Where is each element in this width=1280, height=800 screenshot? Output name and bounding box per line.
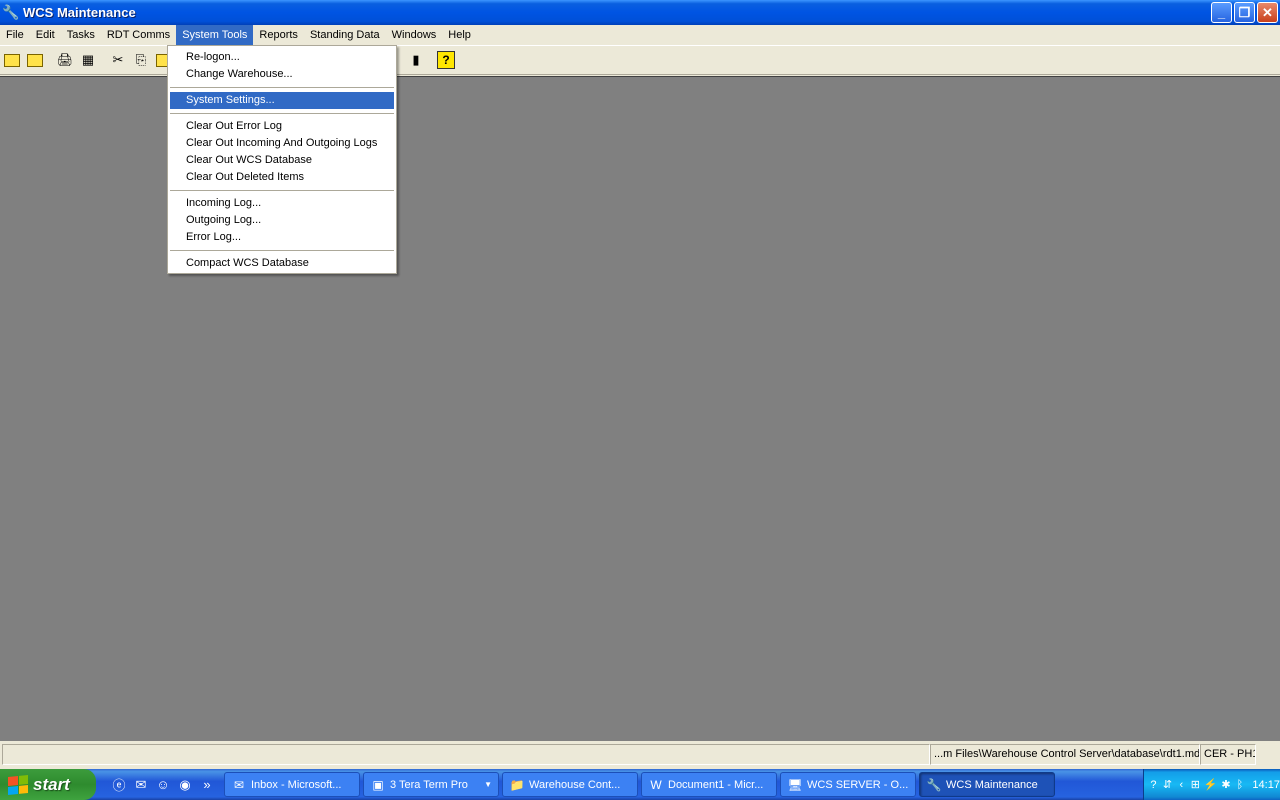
language-icon[interactable]: ⇵: [1162, 777, 1173, 793]
menu-item-clear-wcs-database[interactable]: Clear Out WCS Database: [170, 152, 394, 169]
close-button[interactable]: ✕: [1257, 2, 1278, 23]
calculator-icon[interactable]: ▦: [77, 49, 99, 71]
security-icon[interactable]: ✱: [1221, 777, 1232, 793]
status-panel-empty: [2, 744, 930, 765]
menu-separator: [170, 83, 394, 92]
taskbar-label: Document1 - Micr...: [668, 778, 764, 791]
menu-item-system-settings[interactable]: System Settings...: [170, 92, 394, 109]
folder-icon: 📁: [509, 777, 525, 792]
system-tray: ? ⇵ ‹ ⊞ ⚡ ✱ ᛒ 14:17: [1143, 769, 1280, 800]
help-icon[interactable]: ?: [435, 49, 457, 71]
taskbar-button-tera-term[interactable]: ▣ 3 Tera Term Pro ▼: [363, 772, 499, 797]
help-icon[interactable]: ?: [1148, 777, 1159, 793]
menu-item-outgoing-log[interactable]: Outgoing Log...: [170, 212, 394, 229]
taskbar: start ⓔ ✉ ☺ ◉ » ✉ Inbox - Microsoft... ▣…: [0, 769, 1280, 800]
menu-item-clear-error-log[interactable]: Clear Out Error Log: [170, 118, 394, 135]
menu-windows[interactable]: Windows: [386, 25, 443, 45]
word-icon: W: [650, 777, 662, 792]
title-bar: 🔧 WCS Maintenance _ ❐ ✕: [0, 0, 1280, 25]
system-tools-menu: Re-logon... Change Warehouse... System S…: [167, 45, 397, 274]
menu-system-tools[interactable]: System Tools: [176, 25, 254, 45]
messenger-icon[interactable]: ☺: [154, 776, 172, 794]
window-title: WCS Maintenance: [23, 5, 136, 20]
window-controls: _ ❐ ✕: [1211, 2, 1278, 23]
menu-bar: File Edit Tasks RDT Comms System Tools R…: [0, 25, 1280, 45]
taskbar-button-document1[interactable]: W Document1 - Micr...: [641, 772, 777, 797]
chevron-right-icon[interactable]: »: [198, 776, 216, 794]
menu-separator: [170, 186, 394, 195]
menu-separator: [170, 246, 394, 255]
internet-explorer-icon[interactable]: ⓔ: [110, 776, 128, 794]
terminal-icon: ▣: [372, 777, 384, 792]
windows-logo-icon: [8, 774, 28, 795]
menu-item-clear-deleted-items[interactable]: Clear Out Deleted Items: [170, 169, 394, 186]
menu-reports[interactable]: Reports: [253, 25, 304, 45]
media-icon[interactable]: ◉: [176, 776, 194, 794]
outlook-icon: ✉: [233, 777, 245, 792]
bluetooth-icon[interactable]: ᛒ: [1234, 777, 1245, 793]
status-bar: ...m Files\Warehouse Control Server\data…: [0, 742, 1280, 767]
menu-help[interactable]: Help: [442, 25, 477, 45]
taskbar-button-wcs-maintenance[interactable]: 🔧 WCS Maintenance: [919, 772, 1055, 797]
taskbar-label: Warehouse Cont...: [529, 778, 621, 791]
cut-icon[interactable]: ✂: [107, 49, 129, 71]
menu-file[interactable]: File: [0, 25, 30, 45]
copy-icon[interactable]: ⎘: [130, 49, 152, 71]
menu-item-change-warehouse[interactable]: Change Warehouse...: [170, 66, 394, 83]
menu-tasks[interactable]: Tasks: [61, 25, 101, 45]
taskbar-label: 3 Tera Term Pro: [390, 778, 468, 791]
taskbar-label: Inbox - Microsoft...: [251, 778, 342, 791]
print-icon[interactable]: 🖨: [54, 49, 76, 71]
menu-rdt-comms[interactable]: RDT Comms: [101, 25, 176, 45]
taskbar-button-inbox[interactable]: ✉ Inbox - Microsoft...: [224, 772, 360, 797]
menu-separator: [170, 109, 394, 118]
wrench-icon: 🔧: [2, 4, 20, 20]
chevron-down-icon: ▼: [484, 780, 492, 789]
network-icon[interactable]: ⊞: [1190, 777, 1201, 793]
clipboard-icon[interactable]: ▮: [405, 49, 427, 71]
start-label: start: [33, 774, 70, 794]
taskbar-label: WCS SERVER - O...: [807, 778, 909, 791]
menu-item-compact-database[interactable]: Compact WCS Database: [170, 255, 394, 272]
clock: 14:17: [1252, 778, 1280, 791]
status-site: CER - PH1: [1200, 744, 1256, 765]
start-button[interactable]: start: [0, 769, 96, 800]
connection-icon[interactable]: ⚡: [1204, 777, 1218, 793]
quick-launch: ⓔ ✉ ☺ ◉ »: [96, 776, 224, 794]
minimize-button[interactable]: _: [1211, 2, 1232, 23]
status-database-path: ...m Files\Warehouse Control Server\data…: [930, 744, 1200, 765]
restore-button[interactable]: ❐: [1234, 2, 1255, 23]
wrench-icon: 🔧: [926, 777, 942, 792]
taskbar-button-wcs-server[interactable]: 🖥 WCS SERVER - O...: [780, 772, 916, 797]
outlook-icon[interactable]: ✉: [132, 776, 150, 794]
menu-edit[interactable]: Edit: [30, 25, 61, 45]
menu-item-clear-in-out-logs[interactable]: Clear Out Incoming And Outgoing Logs: [170, 135, 394, 152]
chevron-left-icon[interactable]: ‹: [1176, 777, 1187, 793]
new-folder-icon[interactable]: [24, 49, 46, 71]
menu-item-error-log[interactable]: Error Log...: [170, 229, 394, 246]
taskbar-label: WCS Maintenance: [946, 778, 1038, 791]
menu-item-relogon[interactable]: Re-logon...: [170, 49, 394, 66]
computer-icon: 🖥: [787, 777, 803, 792]
menu-standing-data[interactable]: Standing Data: [304, 25, 386, 45]
menu-item-incoming-log[interactable]: Incoming Log...: [170, 195, 394, 212]
taskbar-button-warehouse[interactable]: 📁 Warehouse Cont...: [502, 772, 638, 797]
open-folder-icon[interactable]: [1, 49, 23, 71]
